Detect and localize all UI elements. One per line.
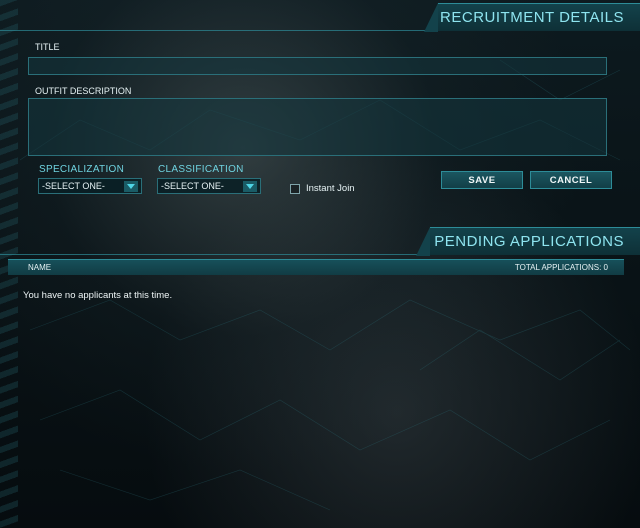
- chevron-down-icon: [124, 181, 138, 192]
- specialization-label: SPECIALIZATION: [39, 164, 125, 175]
- column-name-header[interactable]: NAME: [28, 263, 51, 272]
- applications-table-header: NAME TOTAL APPLICATIONS: 0: [8, 259, 624, 275]
- pending-applications-header: PENDING APPLICATIONS: [416, 227, 640, 256]
- cancel-button[interactable]: CANCEL: [530, 171, 612, 189]
- outfit-description-label: OUTFIT DESCRIPTION: [35, 86, 132, 96]
- outfit-description-textarea[interactable]: [28, 98, 607, 156]
- specialization-value: -SELECT ONE-: [42, 181, 105, 191]
- classification-label: CLASSIFICATION: [158, 164, 244, 175]
- pending-header-line: [0, 254, 420, 255]
- classification-value: -SELECT ONE-: [161, 181, 224, 191]
- instant-join-checkbox[interactable]: [290, 184, 300, 194]
- pending-applications-title: PENDING APPLICATIONS: [434, 233, 624, 250]
- recruitment-header-line: [0, 30, 430, 31]
- instant-join-label: Instant Join: [306, 183, 355, 194]
- specialization-select[interactable]: -SELECT ONE-: [38, 178, 142, 194]
- total-applications-count: TOTAL APPLICATIONS: 0: [514, 263, 608, 272]
- save-button[interactable]: SAVE: [441, 171, 523, 189]
- recruitment-details-title: RECRUITMENT DETAILS: [440, 9, 624, 26]
- title-label: TITLE: [35, 42, 60, 52]
- title-input[interactable]: [28, 57, 607, 75]
- no-applicants-message: You have no applicants at this time.: [23, 290, 173, 301]
- classification-select[interactable]: -SELECT ONE-: [157, 178, 261, 194]
- chevron-down-icon: [243, 181, 257, 192]
- recruitment-details-header: RECRUITMENT DETAILS: [424, 3, 640, 32]
